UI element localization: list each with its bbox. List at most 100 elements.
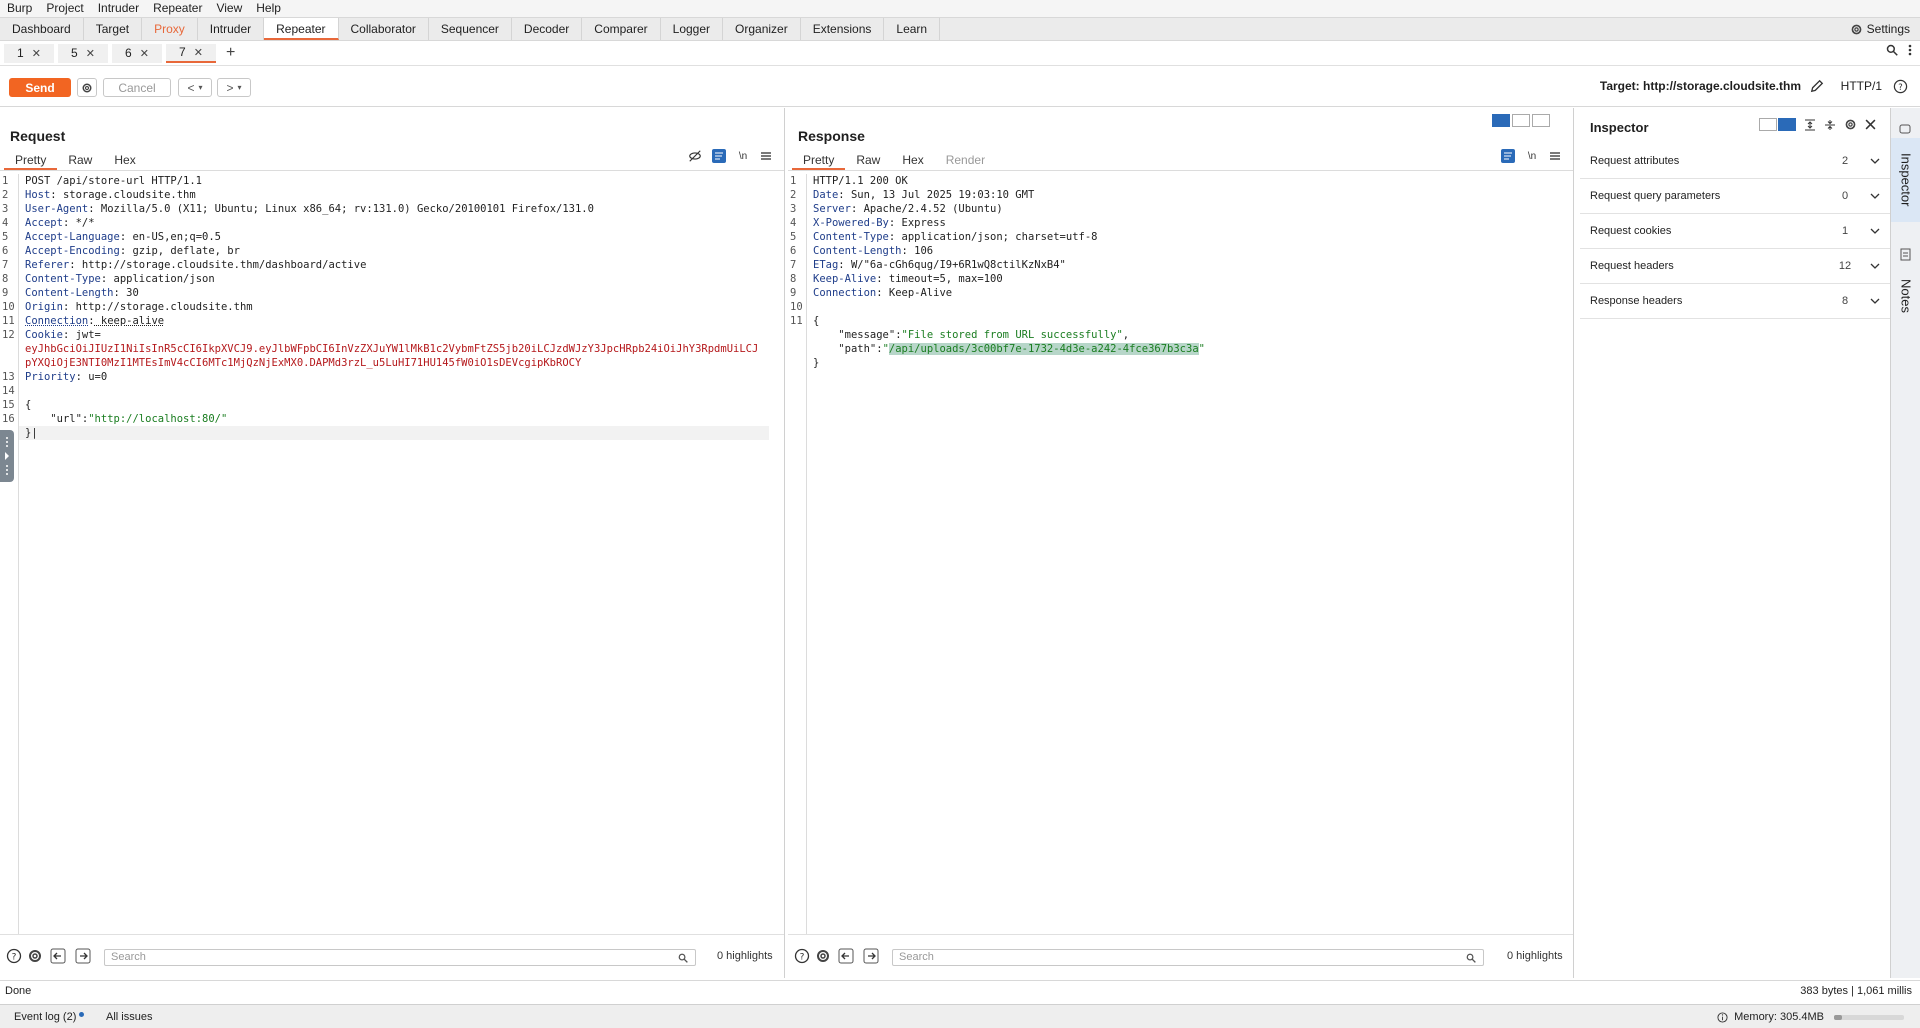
rail-tab-inspector[interactable]: Inspector <box>1891 138 1920 222</box>
inspector-section-request-cookies[interactable]: Request cookies 1 <box>1580 214 1890 249</box>
bottom-bar: Event log (2) All issues Memory: 305.4MB <box>0 1004 1920 1028</box>
inspector-section-query-params[interactable]: Request query parameters 0 <box>1580 179 1890 214</box>
menu-icon[interactable] <box>1549 150 1561 162</box>
settings-label: Settings <box>1867 18 1910 40</box>
notes-icon[interactable] <box>1900 248 1911 261</box>
close-icon[interactable]: ✕ <box>140 47 149 60</box>
arrow-right-icon[interactable] <box>863 948 879 964</box>
menu-repeater[interactable]: Repeater <box>146 0 209 17</box>
request-tab-pretty[interactable]: Pretty <box>4 150 57 170</box>
repeater-tab-7[interactable]: 7 ✕ <box>166 44 216 63</box>
response-editor[interactable]: 1 HTTP/1.1 200 OK 2 Date: Sun, 13 Jul 2025… <box>788 174 1573 934</box>
response-tab-pretty[interactable]: Pretty <box>792 150 845 170</box>
word-wrap-toggle[interactable] <box>712 149 726 163</box>
arrow-left-icon[interactable] <box>838 948 854 964</box>
tab-organizer[interactable]: Organizer <box>723 18 801 40</box>
all-issues-link[interactable]: All issues <box>106 1011 152 1023</box>
menu-intruder[interactable]: Intruder <box>91 0 146 17</box>
response-tab-hex[interactable]: Hex <box>891 150 934 170</box>
side-panel-handle[interactable] <box>0 430 14 482</box>
layout-top-bottom-button[interactable] <box>1512 114 1530 127</box>
http-version[interactable]: HTTP/1 <box>1841 79 1882 93</box>
inspector-panel: Inspector Request attributes 2 Request qu… <box>1578 108 1890 978</box>
inspector-layout-list-button[interactable] <box>1759 118 1777 131</box>
history-forward-button[interactable]: > ▾ <box>217 78 251 97</box>
request-search-input[interactable]: Search <box>104 949 696 966</box>
word-wrap-toggle[interactable] <box>1501 149 1515 163</box>
menu-burp[interactable]: Burp <box>0 0 39 17</box>
event-log-link[interactable]: Event log (2) <box>14 1011 76 1023</box>
menu-project[interactable]: Project <box>39 0 90 17</box>
menu-help[interactable]: Help <box>249 0 288 17</box>
repeater-tab-label: 6 <box>125 46 132 60</box>
help-icon[interactable]: ? <box>6 948 22 964</box>
arrow-right-icon[interactable] <box>75 948 91 964</box>
inspector-section-response-headers[interactable]: Response headers 8 <box>1580 284 1890 319</box>
tab-comparer[interactable]: Comparer <box>582 18 660 40</box>
inspector-layout-split-button[interactable] <box>1778 118 1796 131</box>
tab-dashboard[interactable]: Dashboard <box>0 18 84 40</box>
tab-extensions[interactable]: Extensions <box>801 18 885 40</box>
tab-logger[interactable]: Logger <box>661 18 723 40</box>
pencil-icon[interactable] <box>1810 79 1824 93</box>
add-tab-icon[interactable]: + <box>226 44 235 62</box>
settings-button[interactable]: Settings <box>1850 18 1910 40</box>
svg-text:?: ? <box>12 953 17 963</box>
search-icon[interactable] <box>1466 953 1476 963</box>
close-icon[interactable]: ✕ <box>86 47 95 60</box>
tab-proxy[interactable]: Proxy <box>142 18 198 40</box>
repeater-tab-1[interactable]: 1 ✕ <box>4 44 54 63</box>
arrow-left-icon[interactable] <box>50 948 66 964</box>
repeater-tab-6[interactable]: 6 ✕ <box>112 44 162 63</box>
newline-icon[interactable]: \n <box>736 149 750 163</box>
more-options-icon[interactable] <box>1908 44 1912 56</box>
cancel-button[interactable]: Cancel <box>103 78 171 97</box>
tab-decoder[interactable]: Decoder <box>512 18 582 40</box>
response-tab-render[interactable]: Render <box>935 150 996 170</box>
highlights-count: 0 highlights <box>717 950 773 962</box>
help-icon[interactable]: ? <box>794 948 810 964</box>
request-editor[interactable]: 1 POST /api/store-url HTTP/1.1 2 Host: sto… <box>0 174 784 934</box>
tab-sequencer[interactable]: Sequencer <box>429 18 512 40</box>
close-icon[interactable]: ✕ <box>194 46 203 59</box>
gear-icon[interactable] <box>815 948 831 964</box>
menu-view[interactable]: View <box>209 0 249 17</box>
memory-bar <box>1834 1015 1904 1020</box>
rail-tab-label: Inspector <box>1899 153 1914 206</box>
rail-tab-notes[interactable]: Notes <box>1891 268 1920 324</box>
gear-icon[interactable] <box>1844 118 1857 131</box>
inspector-section-request-headers[interactable]: Request headers 12 <box>1580 249 1890 284</box>
inspector-section-request-attributes[interactable]: Request attributes 2 <box>1580 144 1890 179</box>
tab-target[interactable]: Target <box>84 18 142 40</box>
request-tab-raw[interactable]: Raw <box>57 150 103 170</box>
search-icon[interactable] <box>678 953 688 963</box>
hide-icon[interactable] <box>688 149 702 163</box>
search-icon[interactable] <box>1886 44 1898 56</box>
send-settings-button[interactable] <box>77 78 97 97</box>
menu-icon[interactable] <box>760 150 772 162</box>
send-button[interactable]: Send <box>9 78 71 97</box>
request-tab-hex[interactable]: Hex <box>103 150 146 170</box>
layout-tabs-button[interactable] <box>1532 114 1550 127</box>
collapse-all-icon[interactable] <box>1824 119 1836 131</box>
response-tab-raw[interactable]: Raw <box>845 150 891 170</box>
inspector-rail-icon[interactable] <box>1899 124 1911 134</box>
gear-icon <box>1850 23 1863 36</box>
tab-repeater[interactable]: Repeater <box>264 18 338 40</box>
response-search-input[interactable]: Search <box>892 949 1484 966</box>
history-back-button[interactable]: < ▾ <box>178 78 212 97</box>
help-icon[interactable]: ? <box>1893 79 1908 94</box>
header-value: 30 <box>120 287 139 299</box>
newline-icon[interactable]: \n <box>1525 149 1539 163</box>
tab-learn[interactable]: Learn <box>884 18 940 40</box>
json-close-brace: } <box>25 427 31 439</box>
gear-icon[interactable] <box>27 948 43 964</box>
tab-intruder[interactable]: Intruder <box>198 18 264 40</box>
close-icon[interactable]: ✕ <box>32 47 41 60</box>
close-icon[interactable] <box>1865 119 1876 130</box>
repeater-tab-5[interactable]: 5 ✕ <box>58 44 108 63</box>
expand-all-icon[interactable] <box>1804 119 1816 131</box>
layout-side-by-side-button[interactable] <box>1492 114 1510 127</box>
tab-collaborator[interactable]: Collaborator <box>339 18 429 40</box>
svg-text:?: ? <box>1898 82 1902 92</box>
